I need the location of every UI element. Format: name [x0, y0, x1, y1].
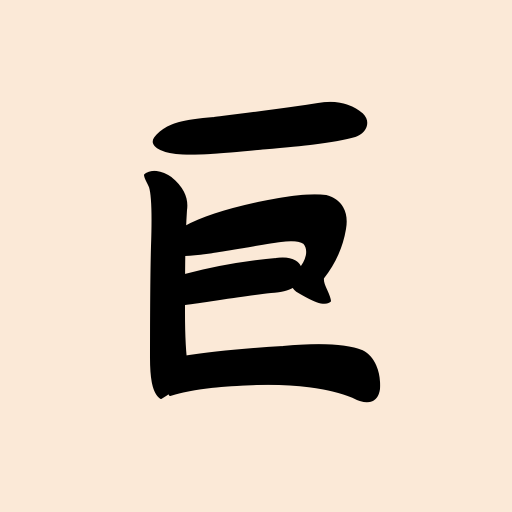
ju-calligraphy-icon	[144, 101, 381, 403]
middle-lower-stroke	[184, 257, 303, 305]
bottom-horizontal-stroke	[166, 344, 381, 403]
app-icon-canvas	[0, 0, 512, 512]
top-horizontal-stroke	[152, 101, 368, 155]
